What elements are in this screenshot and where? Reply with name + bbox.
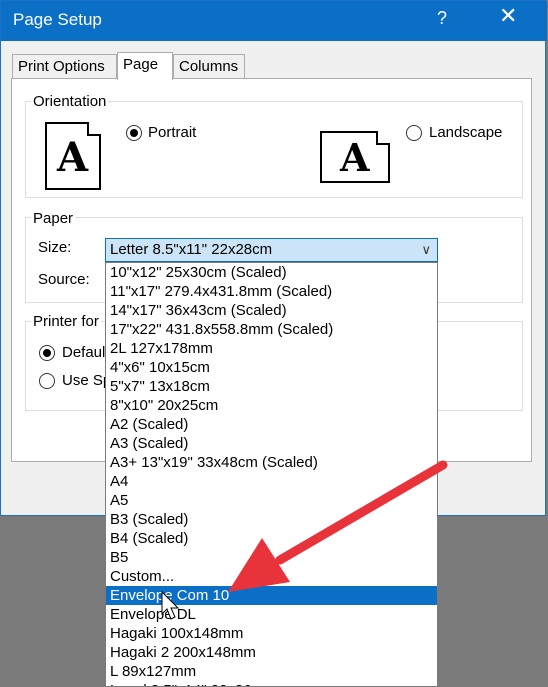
tab-page[interactable]: Page xyxy=(117,52,173,80)
paper-size-option[interactable]: L 89x127mm xyxy=(106,662,437,681)
landscape-letter: A xyxy=(340,135,370,180)
close-button[interactable]: ✕ xyxy=(499,5,517,27)
page-fold-icon xyxy=(87,120,103,136)
tab-print-options[interactable]: Print Options xyxy=(12,54,117,78)
tab-columns[interactable]: Columns xyxy=(173,54,245,78)
paper-size-option[interactable]: 11"x17" 279.4x431.8mm (Scaled) xyxy=(106,282,437,301)
paper-label: Paper xyxy=(31,210,76,227)
paper-size-value: Letter 8.5"x11" 22x28cm xyxy=(110,241,273,258)
size-label: Size: xyxy=(38,239,72,256)
paper-size-option[interactable]: A3+ 13"x19" 33x48cm (Scaled) xyxy=(106,453,437,472)
orientation-label: Orientation xyxy=(31,93,109,110)
paper-size-option[interactable]: 2L 127x178mm xyxy=(106,339,437,358)
paper-size-option[interactable]: A5 xyxy=(106,491,437,510)
landscape-label[interactable]: Landscape xyxy=(429,124,502,141)
paper-size-option[interactable]: A2 (Scaled) xyxy=(106,415,437,434)
portrait-letter: A xyxy=(57,134,89,181)
paper-size-option[interactable]: Legal 8.5"x14" 22x36cm xyxy=(106,681,437,686)
paper-size-option[interactable]: B4 (Scaled) xyxy=(106,529,437,548)
specific-printer-radio[interactable] xyxy=(39,373,55,389)
paper-size-option[interactable]: 4"x6" 10x15cm xyxy=(106,358,437,377)
printer-label: Printer for xyxy=(31,313,101,330)
chevron-down-icon[interactable]: ∨ xyxy=(421,239,431,261)
portrait-radio[interactable] xyxy=(126,125,142,141)
paper-size-option[interactable]: 14"x17" 36x43cm (Scaled) xyxy=(106,301,437,320)
paper-size-option[interactable]: A4 xyxy=(106,472,437,491)
default-printer-radio[interactable] xyxy=(39,345,55,361)
paper-size-option[interactable]: Envelope Com 10 xyxy=(106,586,437,605)
page-fold-icon xyxy=(376,129,392,145)
portrait-page-icon: A xyxy=(45,120,103,190)
landscape-page-icon: A xyxy=(320,129,392,183)
paper-size-option[interactable]: Hagaki 100x148mm xyxy=(106,624,437,643)
paper-size-option[interactable]: Envelope DL xyxy=(106,605,437,624)
specific-printer-label[interactable]: Use Sp xyxy=(62,372,111,389)
window-title: Page Setup xyxy=(13,10,102,29)
landscape-radio[interactable] xyxy=(406,125,422,141)
paper-size-option[interactable]: B3 (Scaled) xyxy=(106,510,437,529)
paper-size-option[interactable]: Hagaki 2 200x148mm xyxy=(106,643,437,662)
source-label: Source: xyxy=(38,271,90,288)
default-printer-label[interactable]: Defaul xyxy=(62,344,105,361)
title-bar: Page Setup ? ✕ xyxy=(1,1,547,41)
portrait-label[interactable]: Portrait xyxy=(148,124,196,141)
help-button[interactable]: ? xyxy=(437,8,447,29)
paper-size-option[interactable]: 8"x10" 20x25cm xyxy=(106,396,437,415)
paper-size-option[interactable]: Custom... xyxy=(106,567,437,586)
paper-size-select[interactable]: Letter 8.5"x11" 22x28cm ∨ xyxy=(105,238,438,262)
paper-size-option[interactable]: 10"x12" 25x30cm (Scaled) xyxy=(106,263,437,282)
paper-size-dropdown-list[interactable]: 10"x12" 25x30cm (Scaled) 11"x17" 279.4x43… xyxy=(105,262,438,687)
paper-size-option[interactable]: A3 (Scaled) xyxy=(106,434,437,453)
paper-size-option[interactable]: 5"x7" 13x18cm xyxy=(106,377,437,396)
paper-size-option[interactable]: B5 xyxy=(106,548,437,567)
paper-size-option[interactable]: 17"x22" 431.8x558.8mm (Scaled) xyxy=(106,320,437,339)
